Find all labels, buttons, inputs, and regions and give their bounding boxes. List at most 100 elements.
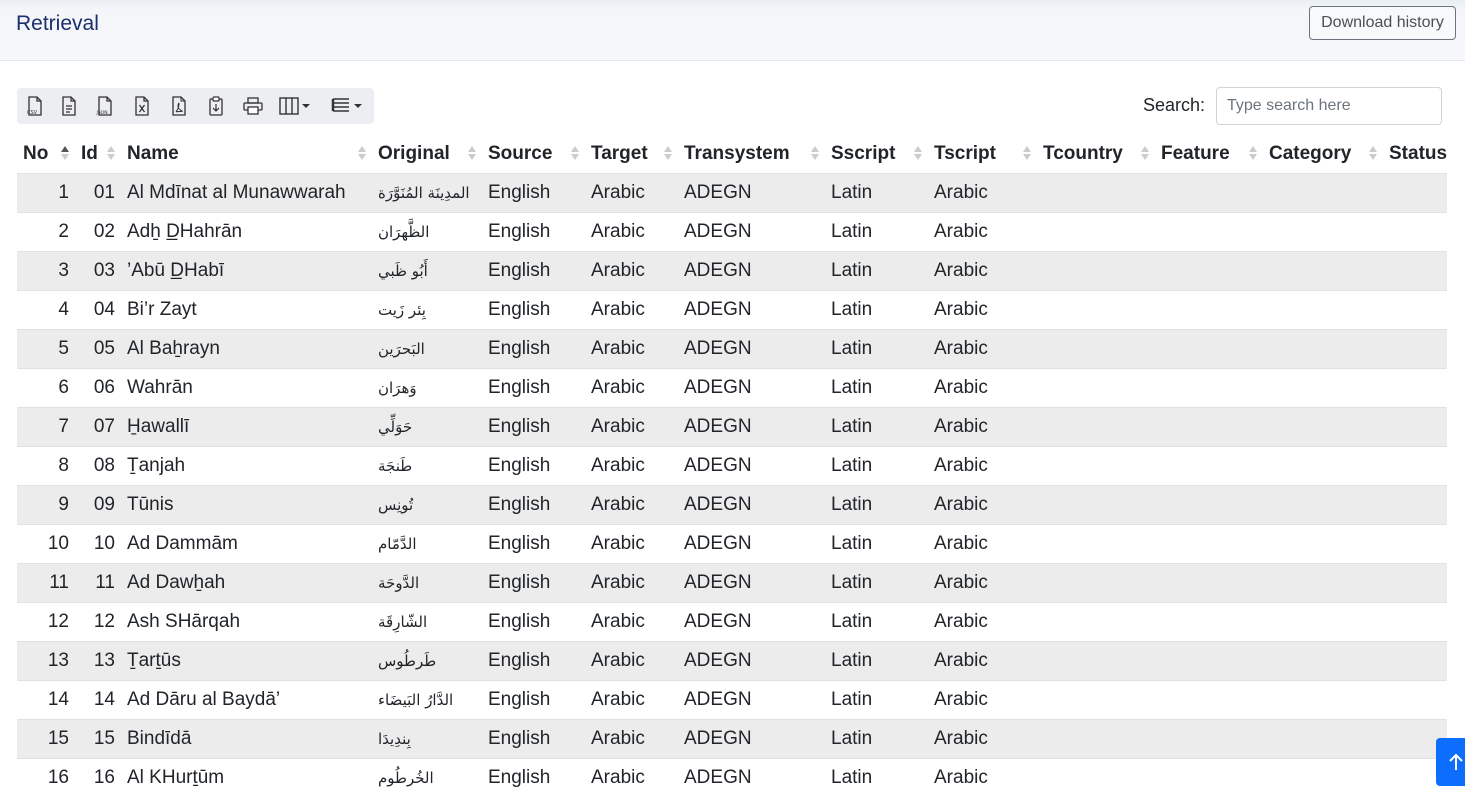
page-length-icon[interactable] bbox=[329, 88, 367, 124]
table-row[interactable]: 7 07 H̱awallī حَوَلِّي English Arabic ADEGN Lat… bbox=[17, 407, 1447, 447]
cell-tscript: Arabic bbox=[928, 329, 1037, 369]
column-visibility-icon[interactable] bbox=[277, 88, 315, 124]
search-input[interactable] bbox=[1216, 87, 1442, 125]
cell-name: Ad Dammām bbox=[121, 524, 372, 564]
cell-feature bbox=[1155, 446, 1263, 486]
cell-source: English bbox=[482, 719, 585, 759]
cell-original: الدَّوحَة bbox=[372, 563, 482, 603]
column-header-label: Original bbox=[378, 142, 450, 164]
column-header-source[interactable]: Source bbox=[482, 134, 585, 174]
cell-sscript: Latin bbox=[825, 407, 928, 447]
column-header-target[interactable]: Target bbox=[585, 134, 678, 174]
table-row[interactable]: 15 15 Bindīdā بِندِيدَا English Arabic ADEGN La… bbox=[17, 719, 1447, 759]
cell-target: Arabic bbox=[585, 251, 678, 291]
column-header-transystem[interactable]: Transystem bbox=[678, 134, 825, 174]
column-header-tcountry[interactable]: Tcountry bbox=[1037, 134, 1155, 174]
column-header-feature[interactable]: Feature bbox=[1155, 134, 1263, 174]
cell-category bbox=[1263, 173, 1383, 213]
cell-tscript: Arabic bbox=[928, 641, 1037, 681]
cell-id: 12 bbox=[75, 602, 121, 642]
cell-transystem: ADEGN bbox=[678, 329, 825, 369]
cell-tcountry bbox=[1037, 446, 1155, 486]
cell-tcountry bbox=[1037, 602, 1155, 642]
cell-feature bbox=[1155, 524, 1263, 564]
cell-target: Arabic bbox=[585, 368, 678, 408]
scroll-to-top-button[interactable] bbox=[1436, 738, 1465, 786]
export-toolbar: CSV JSON bbox=[17, 88, 374, 124]
cell-category bbox=[1263, 251, 1383, 291]
cell-id: 15 bbox=[75, 719, 121, 759]
cell-id: 13 bbox=[75, 641, 121, 681]
cell-status bbox=[1383, 251, 1447, 291]
column-header-status[interactable]: Status bbox=[1383, 134, 1447, 174]
cell-tscript: Arabic bbox=[928, 602, 1037, 642]
cell-id: 05 bbox=[75, 329, 121, 369]
column-header-label: Id bbox=[81, 142, 98, 164]
cell-target: Arabic bbox=[585, 173, 678, 213]
table-row[interactable]: 2 02 Adẖ D̲Hahrān الظَّهرَان English Arabic AD… bbox=[17, 212, 1447, 252]
clipboard-icon[interactable] bbox=[202, 88, 230, 124]
table-row[interactable]: 11 11 Ad Dawẖah الدَّوحَة English Arabic ADEGN… bbox=[17, 563, 1447, 603]
cell-transystem: ADEGN bbox=[678, 641, 825, 681]
column-header-label: No bbox=[23, 142, 49, 164]
cell-target: Arabic bbox=[585, 602, 678, 642]
sort-icon bbox=[358, 146, 366, 160]
cell-category bbox=[1263, 758, 1383, 797]
table-row[interactable]: 6 06 Wahrān وَهرَان English Arabic ADEGN Latin A… bbox=[17, 368, 1447, 408]
column-header-original[interactable]: Original bbox=[372, 134, 482, 174]
csv-export-icon[interactable]: CSV bbox=[21, 88, 49, 124]
table-row[interactable]: 9 09 Tūnis تُونِس English Arabic ADEGN Latin Ara… bbox=[17, 485, 1447, 525]
cell-no: 7 bbox=[17, 407, 75, 447]
table-row[interactable]: 16 16 Al KHurṯūm الخُرطُوم English Arabic ADEG… bbox=[17, 758, 1447, 797]
print-icon[interactable] bbox=[239, 88, 267, 124]
json-export-icon[interactable]: JSON bbox=[91, 88, 119, 124]
cell-feature bbox=[1155, 719, 1263, 759]
cell-category bbox=[1263, 446, 1383, 486]
column-header-label: Sscript bbox=[831, 142, 896, 164]
table-row[interactable]: 4 04 Bi’r Zayt بِئر زَيت English Arabic ADEGN L… bbox=[17, 290, 1447, 330]
table-row[interactable]: 5 05 Al Baẖrayn البَحرَين English Arabic ADEGN… bbox=[17, 329, 1447, 369]
cell-name: Ash SHārqah bbox=[121, 602, 372, 642]
column-header-category[interactable]: Category bbox=[1263, 134, 1383, 174]
cell-status bbox=[1383, 524, 1447, 564]
cell-feature bbox=[1155, 173, 1263, 213]
cell-id: 06 bbox=[75, 368, 121, 408]
cell-name: Bi’r Zayt bbox=[121, 290, 372, 330]
column-header-name[interactable]: Name bbox=[121, 134, 372, 174]
column-header-sscript[interactable]: Sscript bbox=[825, 134, 928, 174]
sort-icon bbox=[107, 146, 115, 160]
top-bar: Retrieval Download history bbox=[0, 0, 1465, 61]
pdf-export-icon[interactable] bbox=[165, 88, 193, 124]
cell-no: 5 bbox=[17, 329, 75, 369]
cell-name: ’Abū D̲Habī bbox=[121, 251, 372, 291]
cell-status bbox=[1383, 290, 1447, 330]
cell-sscript: Latin bbox=[825, 485, 928, 525]
cell-id: 03 bbox=[75, 251, 121, 291]
column-header-label: Transystem bbox=[684, 142, 790, 164]
table-row[interactable]: 3 03 ’Abū D̲Habī أَبُو ظَبي English Arabic ADE… bbox=[17, 251, 1447, 291]
cell-tcountry bbox=[1037, 173, 1155, 213]
excel-export-icon[interactable] bbox=[128, 88, 156, 124]
table-row[interactable]: 1 01 Al Mdīnat al Munawwarah المدِينَة المُ… bbox=[17, 173, 1447, 213]
cell-tcountry bbox=[1037, 719, 1155, 759]
column-header-no[interactable]: No bbox=[17, 134, 75, 174]
table-row[interactable]: 13 13 Ṯarṯūs طَرطُوس English Arabic ADEGN Latin… bbox=[17, 641, 1447, 681]
cell-tcountry bbox=[1037, 212, 1155, 252]
cell-transystem: ADEGN bbox=[678, 446, 825, 486]
cell-no: 6 bbox=[17, 368, 75, 408]
cell-tcountry bbox=[1037, 641, 1155, 681]
table-row[interactable]: 12 12 Ash SHārqah الشّارِقَة English Arabic AD… bbox=[17, 602, 1447, 642]
cell-id: 14 bbox=[75, 680, 121, 720]
file-text-icon[interactable] bbox=[55, 88, 83, 124]
table-row[interactable]: 8 08 Ṯanjah طَنجَة English Arabic ADEGN Latin Ar… bbox=[17, 446, 1447, 486]
table-row[interactable]: 10 10 Ad Dammām الدَّمّام English Arabic ADEGN… bbox=[17, 524, 1447, 564]
cell-no: 4 bbox=[17, 290, 75, 330]
column-header-id[interactable]: Id bbox=[75, 134, 121, 174]
cell-sscript: Latin bbox=[825, 719, 928, 759]
cell-tcountry bbox=[1037, 251, 1155, 291]
cell-feature bbox=[1155, 563, 1263, 603]
table-row[interactable]: 14 14 Ad Dāru al Baydā’ الدَّارُ البَيضَاء E… bbox=[17, 680, 1447, 720]
download-history-button[interactable]: Download history bbox=[1309, 6, 1456, 40]
cell-no: 15 bbox=[17, 719, 75, 759]
column-header-tscript[interactable]: Tscript bbox=[928, 134, 1037, 174]
